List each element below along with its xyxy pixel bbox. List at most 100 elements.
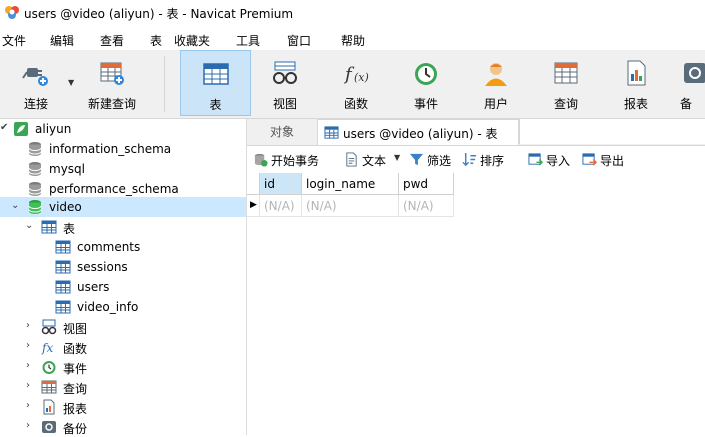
table-icon xyxy=(55,280,71,294)
column-header-id[interactable]: id xyxy=(260,173,302,195)
event-button[interactable]: 事件 xyxy=(396,50,456,116)
new-query-button[interactable]: 新建查询 xyxy=(82,50,142,116)
text-button[interactable]: 文本 ▼ xyxy=(344,150,404,170)
function-fx-icon: fx xyxy=(41,341,53,355)
chevron-right-icon[interactable]: › xyxy=(26,421,36,431)
row-header-corner xyxy=(247,173,260,195)
navicat-logo-icon xyxy=(5,6,19,19)
menu-help[interactable]: 帮助 xyxy=(341,32,365,49)
backup-label: 备 xyxy=(680,97,693,111)
tree-connection-aliyun[interactable]: ✔ aliyun xyxy=(0,119,246,139)
chevron-down-icon[interactable]: ⌄ xyxy=(25,221,35,231)
tree-folder-queries[interactable]: › 查询 xyxy=(0,377,246,397)
report-label: 报表 xyxy=(623,97,648,111)
chevron-right-icon[interactable]: › xyxy=(26,321,36,331)
import-button[interactable]: 导入 xyxy=(528,150,576,170)
export-button[interactable]: 导出 xyxy=(582,150,630,170)
tree-db-information-schema[interactable]: information_schema xyxy=(0,139,246,159)
cell-value: (N/A) xyxy=(403,199,434,213)
chevron-right-icon[interactable]: › xyxy=(26,341,36,351)
backup-button[interactable]: 备 xyxy=(676,50,705,116)
view-button[interactable]: 视图 xyxy=(255,50,315,116)
title-bar: users @video (aliyun) - 表 - Navicat Prem… xyxy=(0,0,705,26)
tree-label: aliyun xyxy=(35,122,72,136)
column-header-login-name[interactable]: login_name xyxy=(302,173,399,195)
filter-label: 筛选 xyxy=(427,154,452,168)
tree-folder-reports[interactable]: › 报表 xyxy=(0,397,246,417)
menu-window[interactable]: 窗口 xyxy=(287,32,311,49)
chevron-down-icon[interactable]: ⌄ xyxy=(11,201,21,211)
connect-dropdown-icon[interactable]: ▼ xyxy=(68,78,74,87)
new-query-icon xyxy=(100,62,124,85)
filter-funnel-icon xyxy=(409,153,424,166)
sort-button[interactable]: 排序 xyxy=(462,150,510,170)
query-label: 查询 xyxy=(553,97,578,111)
menu-table[interactable]: 表 xyxy=(150,32,162,49)
table-button[interactable]: 表 xyxy=(180,50,251,116)
view-label: 视图 xyxy=(272,97,297,111)
tree-folder-events[interactable]: › 事件 xyxy=(0,357,246,377)
chevron-down-icon[interactable]: ✔ xyxy=(0,123,10,133)
tree-table-sessions[interactable]: sessions xyxy=(0,257,246,277)
menu-tools[interactable]: 工具 xyxy=(236,32,260,49)
current-row-arrow-icon: ▶ xyxy=(250,200,257,210)
menu-view[interactable]: 查看 xyxy=(100,32,124,49)
tab-bar: 对象 users @video (aliyun) - 表 xyxy=(247,119,705,146)
function-fx-icon: f (x) xyxy=(343,64,369,85)
tree-label: video xyxy=(49,200,82,214)
tree-table-users[interactable]: users xyxy=(0,277,246,297)
transaction-icon xyxy=(254,153,268,167)
tree-table-comments[interactable]: comments xyxy=(0,237,246,257)
tree-label: 视图 xyxy=(63,322,88,336)
svg-text:fx: fx xyxy=(41,341,53,355)
connect-button[interactable]: 连接 ▼ xyxy=(6,50,74,116)
user-icon xyxy=(485,63,507,86)
event-clock-icon xyxy=(42,361,56,374)
table-cell[interactable]: (N/A) xyxy=(302,195,399,217)
tree-label: 函数 xyxy=(63,342,88,356)
chevron-right-icon[interactable]: › xyxy=(26,381,36,391)
menu-edit[interactable]: 编辑 xyxy=(50,32,74,49)
cell-value: (N/A) xyxy=(306,199,337,213)
table-label: 表 xyxy=(209,98,222,112)
tree-label: comments xyxy=(77,240,141,254)
query-icon xyxy=(41,380,57,394)
chevron-right-icon[interactable]: › xyxy=(26,401,36,411)
table-icon xyxy=(55,240,71,254)
begin-transaction-button[interactable]: 开始事务 xyxy=(253,150,329,170)
tree-label: information_schema xyxy=(49,142,172,156)
tree-db-video[interactable]: ⌄ video xyxy=(0,197,246,217)
tab-objects[interactable]: 对象 xyxy=(247,119,317,145)
toolbar-separator xyxy=(164,56,165,112)
menu-file[interactable]: 文件 xyxy=(2,32,26,49)
table-cell[interactable]: (N/A) xyxy=(399,195,454,217)
tree-db-mysql[interactable]: mysql xyxy=(0,159,246,179)
function-button[interactable]: f (x) 函数 xyxy=(326,50,386,116)
text-dropdown-icon[interactable]: ▼ xyxy=(394,153,400,162)
column-header-pwd[interactable]: pwd xyxy=(399,173,454,195)
tree-table-video-info[interactable]: video_info xyxy=(0,297,246,317)
menu-favorites[interactable]: 收藏夹 xyxy=(174,32,210,49)
report-button[interactable]: 报表 xyxy=(606,50,666,116)
tree-label: 查询 xyxy=(63,382,88,396)
view-glasses-icon xyxy=(41,319,57,335)
tree-folder-functions[interactable]: › fx 函数 xyxy=(0,337,246,357)
table-toolbar: 开始事务 文本 ▼ 筛选 排序 导入 导出 xyxy=(247,147,705,173)
tree-folder-tables[interactable]: ⌄ 表 xyxy=(0,217,246,237)
tree-folder-backups[interactable]: › 备份 xyxy=(0,417,246,437)
tree-label: 备份 xyxy=(63,422,88,436)
tab-users-table[interactable]: users @video (aliyun) - 表 xyxy=(317,119,519,145)
tree-folder-views[interactable]: › 视图 xyxy=(0,317,246,337)
chevron-right-icon[interactable]: › xyxy=(26,361,36,371)
text-document-icon xyxy=(346,152,357,167)
table-cell[interactable]: (N/A) xyxy=(260,195,302,217)
filter-button[interactable]: 筛选 xyxy=(409,150,457,170)
function-label: 函数 xyxy=(343,97,368,111)
row-indicator[interactable]: ▶ xyxy=(247,195,260,217)
tree-label: mysql xyxy=(49,162,85,176)
connect-label: 连接 xyxy=(23,97,48,111)
user-button[interactable]: 用户 xyxy=(466,50,526,116)
menu-bar: 文件 编辑 查看 表 收藏夹 工具 窗口 帮助 xyxy=(0,26,705,50)
tree-db-performance-schema[interactable]: performance_schema xyxy=(0,179,246,199)
query-button[interactable]: 查询 xyxy=(536,50,596,116)
